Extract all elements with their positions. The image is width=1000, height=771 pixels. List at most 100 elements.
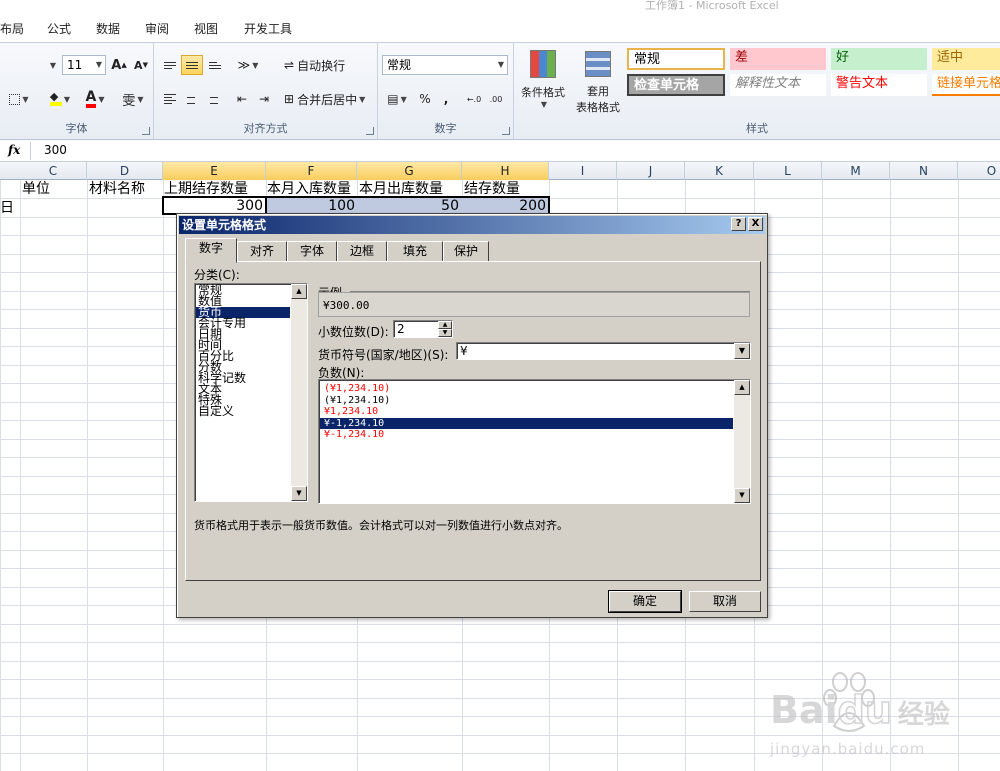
format-as-table-button[interactable]: 套用 表格格式 [570,47,626,119]
tab-formulas[interactable]: 公式 [47,20,71,37]
column-header-d[interactable]: D [87,162,163,180]
tab-layout[interactable]: 布局 [0,20,24,37]
negative-numbers-list[interactable]: (¥1,234.10) (¥1,234.10) ¥1,234.10 ¥-1,234.1… [318,379,751,504]
cell-d1[interactable]: 材料名称 [89,180,163,198]
align-middle-icon [186,61,198,69]
scroll-down-icon[interactable]: ▼ [734,488,750,503]
comma-button[interactable]: , [438,89,454,109]
category-scrollbar[interactable]: ▲ ▼ [291,284,307,501]
font-color-button[interactable]: A ▼ [80,89,110,109]
column-header-f[interactable]: F [266,162,357,180]
cell-style-6[interactable]: 警告文本 [831,74,927,96]
font-name-dropdown[interactable]: ▼ [0,55,58,75]
cell-style-4[interactable]: 检查单元格 [627,74,725,96]
tab-review[interactable]: 审阅 [145,20,169,37]
orientation-button[interactable]: ≫ ▼ [234,55,262,75]
tab-font[interactable]: 字体 [287,241,337,262]
category-list[interactable]: 常规 数值 货币 会计专用 日期 时间 百分比 分数 科学记数 文本 特殊 自定义 ▲ ▼ [194,283,308,502]
negative-scrollbar[interactable]: ▲ ▼ [734,380,750,503]
column-header-g[interactable]: G [357,162,462,180]
column-header-o[interactable]: O [958,162,1000,180]
number-tab-panel: 分类(C): 常规 数值 货币 会计专用 日期 时间 百分比 分数 科学记数 文本 特殊 自定义 ▲ … [185,261,761,581]
percent-button[interactable]: % [416,89,434,109]
dialog-launcher-icon[interactable] [366,127,374,135]
cell-style-5[interactable]: 解释性文本 [730,74,826,96]
money-icon: ▤ [387,92,399,106]
negative-format-item[interactable]: ¥1,234.10 [320,406,733,418]
tab-border[interactable]: 边框 [337,241,387,262]
align-left-button[interactable] [160,89,180,109]
increase-indent-button[interactable]: ⇥ [254,89,274,109]
number-format-combo[interactable]: 常规 ▼ [382,55,508,75]
cell-c1[interactable]: 单位 [22,180,86,198]
negative-format-item[interactable]: ¥-1,234.10 [320,417,733,429]
grow-font-button[interactable]: A ▲ [110,55,128,75]
cell-style-2[interactable]: 好 [831,48,927,70]
cell-style-0[interactable]: 常规 [627,48,725,70]
column-header-n[interactable]: N [890,162,958,180]
tab-view[interactable]: 视图 [194,20,218,37]
help-button[interactable]: ? [731,217,746,231]
dialog-title-bar[interactable]: 设置单元格格式 ? X [179,216,765,234]
column-header-k[interactable]: K [685,162,754,180]
align-bottom-button[interactable] [205,55,225,75]
negative-format-item[interactable]: (¥1,234.10) [320,383,733,395]
decrease-decimal-button[interactable]: .00 [486,89,506,109]
spin-down-icon[interactable]: ▼ [438,329,452,337]
cell-style-1[interactable]: 差 [730,48,826,70]
scroll-up-icon[interactable]: ▲ [734,380,750,395]
currency-symbol-select[interactable]: ¥ ▼ [456,342,751,360]
tab-fill[interactable]: 填充 [387,241,443,262]
arrow-up-icon: ▲ [121,61,127,69]
borders-button[interactable]: ▼ [4,89,34,109]
column-header-l[interactable]: L [754,162,822,180]
column-header-i[interactable]: I [549,162,617,180]
increase-decimal-button[interactable]: ←.0 [464,89,484,109]
dialog-launcher-icon[interactable] [142,127,150,135]
font-size-combo[interactable]: 11 ▼ [62,55,106,75]
arrow-down-icon: ▼ [142,61,148,69]
scroll-up-icon[interactable]: ▲ [291,284,307,299]
column-header-c[interactable]: C [20,162,87,180]
wrap-text-button[interactable]: ⇌ 自动换行 [284,55,354,75]
dialog-launcher-icon[interactable] [502,127,510,135]
fill-color-button[interactable]: ◆ ▼ [44,89,76,109]
tab-protection[interactable]: 保护 [443,241,489,262]
negative-format-item[interactable]: ¥-1,234.10 [320,429,733,441]
title-bar: 工作簿1 - Microsoft Excel [0,0,1000,14]
align-center-button[interactable] [181,89,201,109]
tab-developer[interactable]: 开发工具 [244,20,292,37]
accounting-format-button[interactable]: ▤ ▼ [382,89,412,109]
conditional-format-button[interactable]: 条件格式 ▼ [516,47,570,111]
column-header-e[interactable]: E [163,162,266,180]
shrink-font-button[interactable]: A ▼ [132,55,150,75]
align-right-button[interactable] [202,89,222,109]
column-header-h[interactable]: H [462,162,549,180]
align-middle-button[interactable] [181,55,203,75]
align-top-button[interactable] [160,55,180,75]
chevron-down-icon[interactable]: ▼ [734,343,750,359]
tab-number[interactable]: 数字 [185,238,237,263]
category-item[interactable]: 自定义 [196,405,290,417]
close-button[interactable]: X [748,217,763,231]
column-header-m[interactable]: M [822,162,890,180]
fx-icon[interactable]: fx [8,143,20,157]
tab-data[interactable]: 数据 [96,20,120,37]
cancel-button[interactable]: 取消 [689,591,761,612]
sample-box: ¥300.00 [318,292,750,317]
cell-style-3[interactable]: 适中 [932,48,1000,70]
negative-format-item[interactable]: (¥1,234.10) [320,395,733,407]
column-header-j[interactable]: J [617,162,685,180]
formula-input[interactable]: 300 [44,143,67,157]
merge-icon: ⊞ [284,92,295,106]
decrease-indent-button[interactable]: ⇤ [232,89,252,109]
phonetic-button[interactable]: 雯 ▼ [116,89,150,109]
spin-up-icon[interactable]: ▲ [438,321,452,329]
merge-center-button[interactable]: ⊞ 合并后居中 ▼ [284,89,372,109]
decimal-places-stepper[interactable]: 2 ▲ ▼ [393,320,453,338]
cell-style-7[interactable]: 链接单元格 [932,74,1000,96]
tab-alignment[interactable]: 对齐 [237,241,287,262]
scroll-down-icon[interactable]: ▼ [291,486,307,501]
ok-button[interactable]: 确定 [608,590,682,613]
cell-b2[interactable]: 日 [0,199,20,217]
